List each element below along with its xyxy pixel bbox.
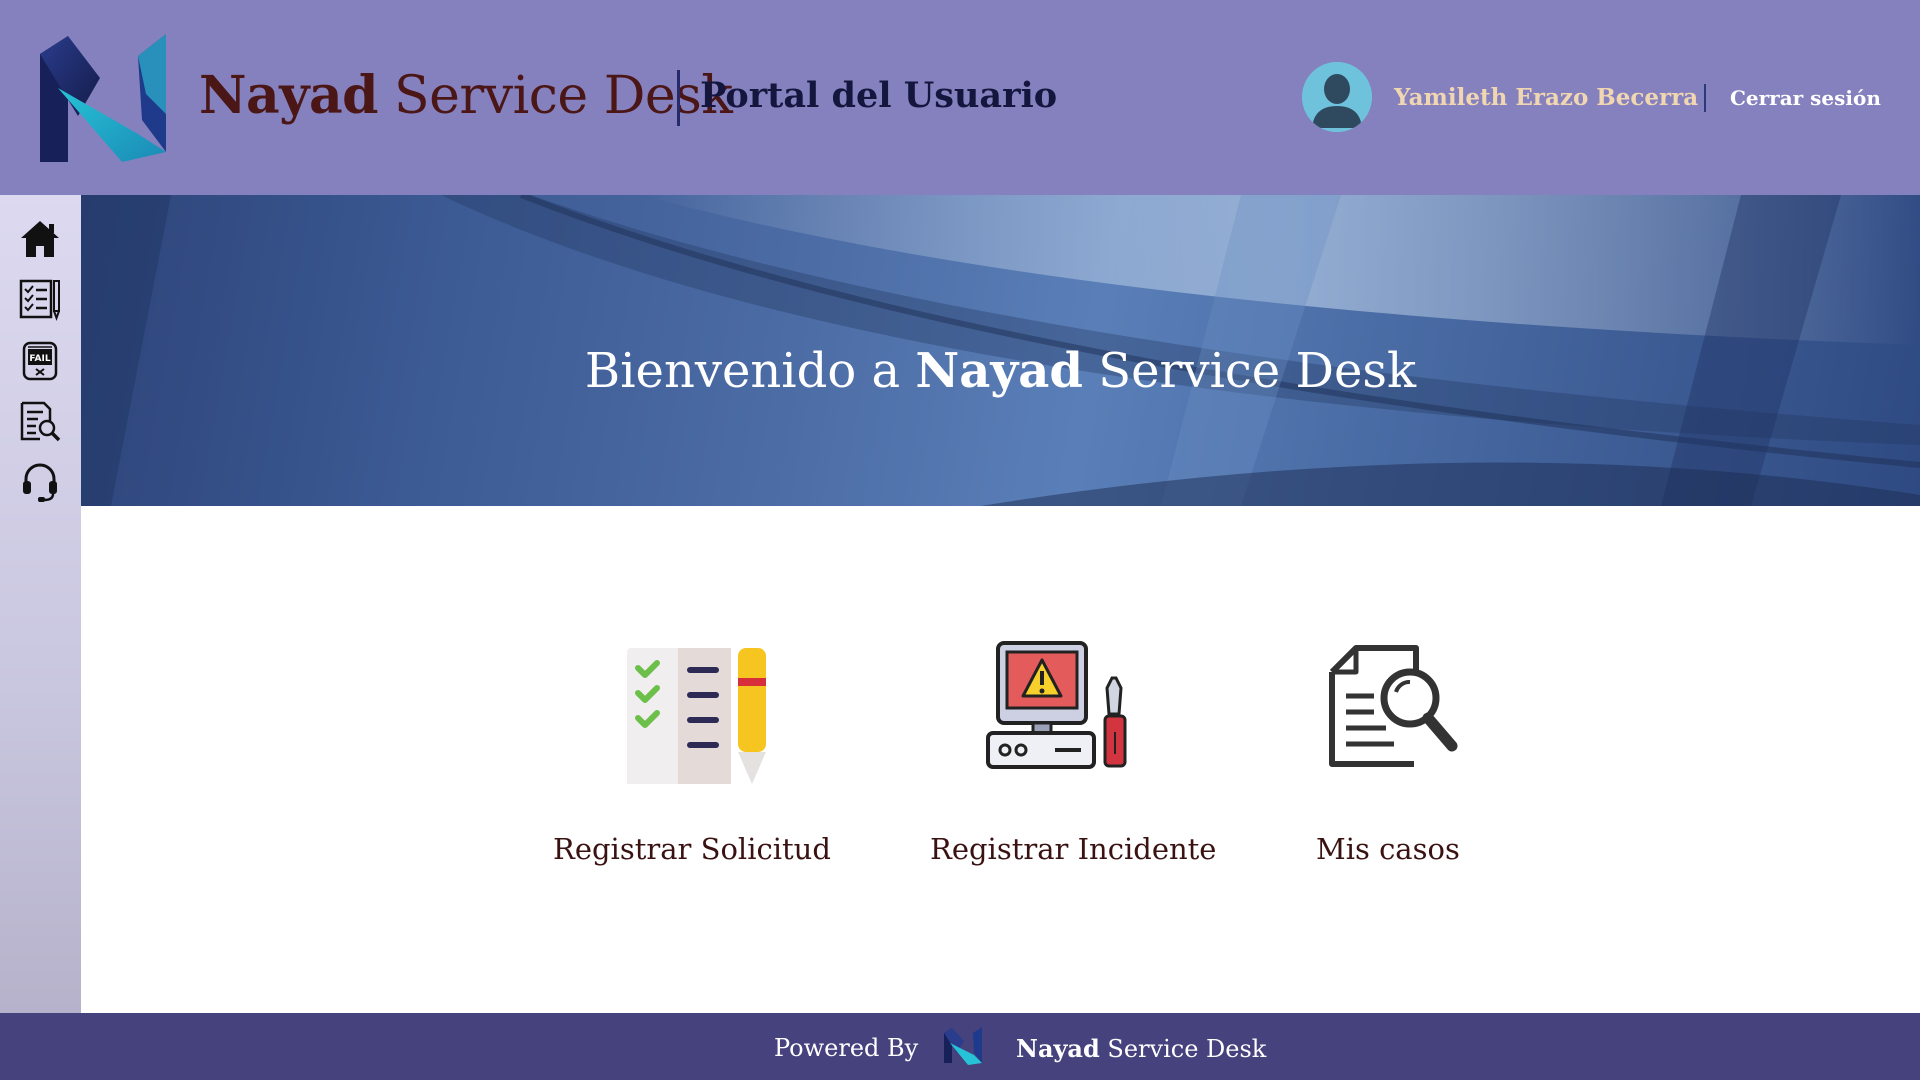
footer-brand-rest: Service Desk (1099, 1035, 1267, 1063)
welcome-title: Bienvenido a Nayad Service Desk (81, 343, 1920, 399)
footer-brand: Nayad Service Desk (1016, 1034, 1266, 1063)
headset-icon[interactable] (18, 459, 62, 503)
nayad-logo-icon (40, 34, 166, 162)
card-label: Registrar Incidente (930, 832, 1217, 866)
top-header: Nayad Service Desk Portal del Usuario Ya… (0, 0, 1920, 195)
card-label: Registrar Solicitud (553, 832, 831, 866)
footer: Powered By Nayad Service Desk (0, 1013, 1920, 1080)
nayad-logo-icon (944, 1027, 982, 1065)
avatar[interactable] (1302, 62, 1372, 132)
user-name[interactable]: Yamileth Erazo Becerra (1394, 84, 1698, 111)
svg-text:FAIL: FAIL (29, 354, 50, 364)
footer-brand-bold: Nayad (1016, 1034, 1100, 1063)
welcome-bold: Nayad (915, 343, 1083, 399)
computer-repair-icon (986, 641, 1127, 769)
header-divider (677, 70, 680, 126)
document-search-icon[interactable] (18, 399, 62, 443)
powered-by-label: Powered By (774, 1034, 919, 1062)
sidebar: FAIL (0, 195, 81, 1013)
welcome-banner: Bienvenido a Nayad Service Desk (81, 195, 1920, 506)
home-icon[interactable] (18, 217, 62, 261)
brand-bold: Nayad (199, 65, 379, 126)
user-divider (1704, 84, 1706, 112)
user-avatar-icon (1302, 62, 1372, 132)
checklist-pencil-icon (627, 648, 766, 784)
welcome-prefix: Bienvenido a (584, 343, 916, 399)
card-label: Mis casos (1316, 832, 1460, 866)
brand-title: Nayad Service Desk (199, 65, 733, 126)
checklist-icon[interactable] (18, 277, 62, 321)
card-registrar-solicitud[interactable]: Registrar Solicitud (550, 620, 831, 880)
card-mis-casos[interactable]: Mis casos (1310, 620, 1510, 880)
logout-link[interactable]: Cerrar sesión (1730, 86, 1881, 110)
welcome-rest: Service Desk (1082, 343, 1417, 399)
portal-title: Portal del Usuario (700, 75, 1058, 116)
document-search-icon (1329, 645, 1458, 767)
fail-monitor-icon[interactable]: FAIL (18, 339, 62, 383)
card-registrar-incidente[interactable]: Registrar Incidente (930, 620, 1216, 880)
